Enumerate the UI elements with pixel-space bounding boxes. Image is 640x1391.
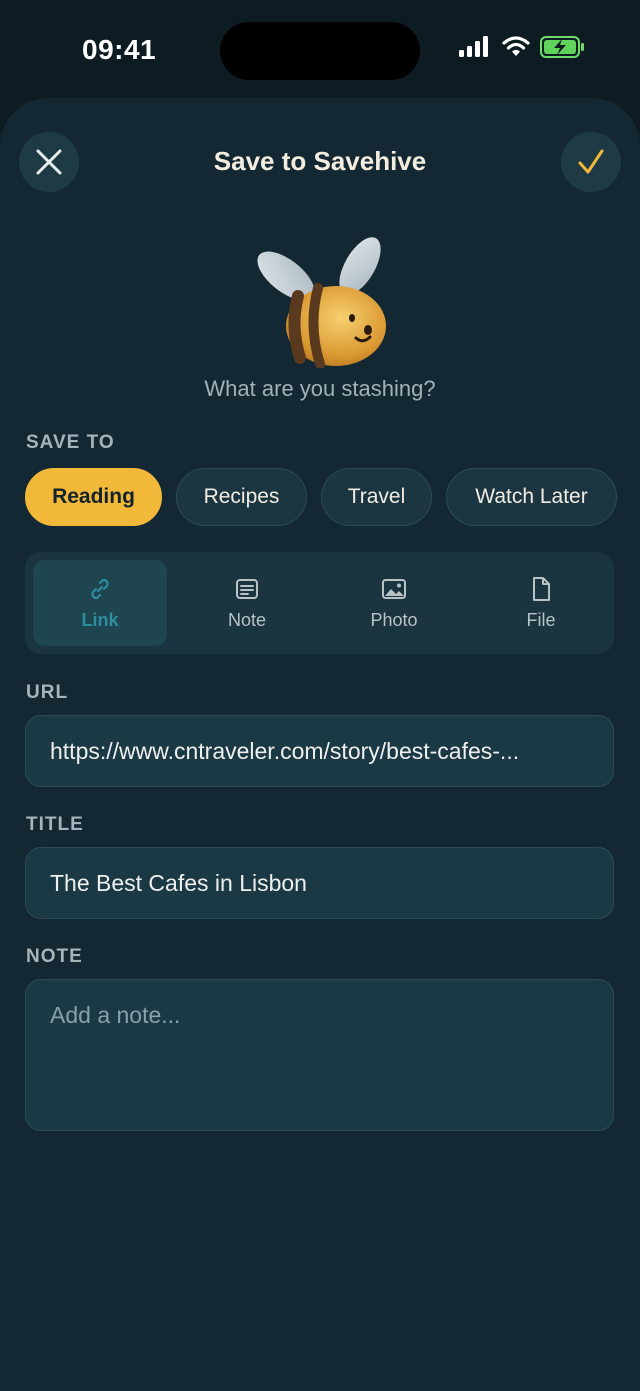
sheet-title: Save to Savehive (213, 146, 427, 176)
link-icon (91, 578, 109, 599)
chip-watch-later[interactable]: Watch Later (446, 468, 617, 526)
tab-note-label: Note (227, 609, 267, 630)
note-field[interactable]: Add a note... (25, 979, 614, 1131)
tab-file-label: File (526, 609, 556, 630)
status-icons (458, 36, 586, 58)
save-sheet: Save to Savehive What are you stashing? (0, 98, 640, 1391)
tab-note[interactable]: Note (180, 560, 314, 646)
confirm-button[interactable] (561, 132, 621, 192)
save-to-label: SAVE TO (26, 432, 115, 453)
tab-file[interactable]: File (474, 560, 608, 646)
chip-travel[interactable]: Travel (321, 468, 432, 526)
bee-mascot-icon (257, 237, 386, 368)
tab-link[interactable]: Link (33, 560, 167, 646)
photo-icon (382, 578, 406, 599)
checkmark-icon (578, 149, 604, 174)
title-label: TITLE (26, 814, 84, 835)
dynamic-island (220, 22, 420, 80)
tab-link-label: Link (81, 609, 119, 630)
note-icon (236, 578, 258, 599)
status-time: 09:41 (82, 34, 157, 65)
file-icon (533, 576, 550, 601)
url-label: URL (26, 682, 69, 703)
collection-chips: Reading Recipes Travel Watch Later (25, 468, 617, 526)
url-field[interactable]: https://www.cntraveler.com/story/best-ca… (25, 715, 614, 787)
chip-reading[interactable]: Reading (25, 468, 162, 526)
prompt-text: What are you stashing? (204, 376, 436, 401)
chip-recipes[interactable]: Recipes (176, 468, 307, 526)
tab-photo[interactable]: Photo (327, 560, 461, 646)
wifi-icon (502, 36, 530, 56)
note-label: NOTE (26, 946, 83, 967)
item-type-selector: Link Note Photo File (25, 552, 614, 654)
status-bar: 09:41 (0, 0, 640, 100)
signal-icon (459, 36, 488, 57)
battery-charging-icon (540, 36, 584, 58)
tab-photo-label: Photo (370, 609, 418, 630)
title-field[interactable]: The Best Cafes in Lisbon (25, 847, 614, 919)
